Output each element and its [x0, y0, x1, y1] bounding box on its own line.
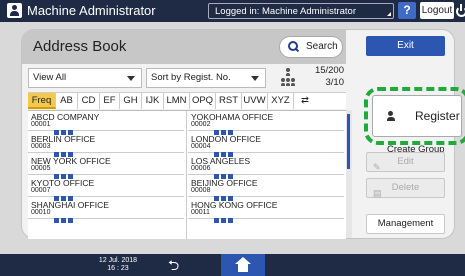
entry-number: 00001	[31, 121, 51, 128]
scrollbar-thumb[interactable]	[347, 114, 350, 169]
entry-number: 00010	[31, 209, 51, 216]
tab-lmn[interactable]: LMN	[164, 93, 190, 109]
tab-gh[interactable]: GH	[120, 93, 142, 109]
list-item[interactable]: SHANGHAI OFFICE 00010	[28, 199, 184, 223]
register-highlight	[364, 87, 465, 145]
delete-label: Delete	[391, 182, 420, 193]
view-filter-value: View All	[33, 72, 67, 83]
entry-number: 00008	[191, 187, 211, 194]
entry-count-page: 3/10	[325, 77, 345, 88]
tab-uvw[interactable]: UVW	[242, 93, 268, 109]
back-icon[interactable]: ⮌	[168, 257, 179, 273]
clock-date: 12 Jul. 2018	[98, 257, 138, 264]
tab-ijk[interactable]: IJK	[142, 93, 164, 109]
entry-number: 00003	[31, 143, 51, 150]
bottom-bar: 12 Jul. 2018 16 : 23 ⮌	[0, 254, 465, 276]
logout-button[interactable]: Logout	[420, 2, 454, 19]
entry-count-total: 15/200	[314, 65, 344, 76]
top-bar: Machine Administrator Logged in: Machine…	[0, 0, 465, 22]
list-item[interactable]: YOKOHAMA OFFICE 00002	[188, 111, 344, 135]
entry-number: 00006	[191, 165, 211, 172]
destination-type-icons	[54, 210, 75, 223]
entry-number: 00002	[191, 121, 211, 128]
destination-type-icons	[214, 210, 235, 223]
destination-type-icons	[214, 188, 235, 201]
destination-type-icons	[54, 188, 75, 201]
destination-type-icons	[54, 144, 75, 157]
tab-cd[interactable]: CD	[78, 93, 100, 109]
edit-button[interactable]: ✎ Edit	[366, 152, 445, 172]
help-button[interactable]: ?	[398, 2, 416, 19]
list-item[interactable]: KYOTO OFFICE 00007	[28, 177, 184, 201]
user-title: Machine Administrator	[27, 3, 156, 18]
sort-dropdown[interactable]: Sort by Regist. No.	[146, 68, 266, 88]
entry-number: 00005	[31, 165, 51, 172]
page-title: Address Book	[33, 38, 127, 55]
destination-type-icons	[54, 166, 75, 179]
entry-number: 00011	[191, 209, 210, 216]
tab-rst[interactable]: RST	[216, 93, 242, 109]
view-filter-dropdown[interactable]: View All	[28, 68, 142, 88]
clock: 12 Jul. 2018 16 : 23	[98, 257, 138, 273]
chevron-down-icon	[127, 76, 135, 81]
list-item[interactable]: ABCD COMPANY 00001	[28, 111, 184, 135]
address-list: ABCD COMPANY 00001 YOKOHAMA OFFICE 00002…	[28, 110, 346, 239]
chevron-down-icon	[251, 76, 259, 81]
tab-ef[interactable]: EF	[100, 93, 120, 109]
management-button[interactable]: Management	[366, 214, 445, 234]
tab-switch-icon[interactable]: ⇄	[294, 93, 316, 109]
entry-number: 00007	[31, 187, 51, 194]
search-button[interactable]: Search	[280, 37, 342, 57]
tab-xyz[interactable]: XYZ	[268, 93, 294, 109]
home-button[interactable]	[221, 254, 265, 276]
sort-value: Sort by Regist. No.	[151, 72, 231, 83]
list-item[interactable]: LOS ANGELES 00006	[188, 155, 344, 179]
destination-type-icons	[214, 144, 235, 157]
search-label: Search	[306, 41, 338, 52]
management-label: Management	[377, 218, 434, 229]
pencil-icon: ✎	[373, 162, 381, 172]
list-item[interactable]: BERLIN OFFICE 00003	[28, 133, 184, 157]
tab-opq[interactable]: OPQ	[190, 93, 216, 109]
list-item[interactable]: NEW YORK OFFICE 00005	[28, 155, 184, 179]
entry-number: 00004	[191, 143, 211, 150]
edit-label: Edit	[397, 156, 414, 167]
destination-type-icons	[214, 166, 235, 179]
search-icon	[288, 41, 298, 51]
login-status[interactable]: Logged in: Machine Administrator	[208, 3, 394, 19]
clock-time: 16 : 23	[107, 265, 129, 272]
delete-button[interactable]: ▤ Delete	[366, 178, 445, 198]
address-book-panel: Address Book Search Exit View All Sort b…	[22, 30, 465, 239]
list-item[interactable]: HONG KONG OFFICE 00011	[188, 199, 344, 223]
index-tabs: Freq AB CD EF GH IJK LMN OPQ RST UVW XYZ…	[28, 92, 346, 109]
exit-button[interactable]: Exit	[366, 36, 445, 56]
panel-header: Address Book Search	[22, 30, 346, 64]
entry-count: 15/200 3/10	[306, 66, 344, 88]
tab-freq[interactable]: Freq	[28, 93, 56, 109]
trash-icon: ▤	[373, 188, 382, 198]
tab-ab[interactable]: AB	[56, 93, 78, 109]
users-count-icon	[280, 67, 296, 87]
destination-type-icons	[214, 122, 235, 135]
list-item[interactable]: BEIJING OFFICE 00008	[188, 177, 344, 201]
power-icon[interactable]	[456, 3, 465, 17]
list-item[interactable]: LONDON OFFICE 00004	[188, 133, 344, 157]
destination-type-icons	[54, 122, 75, 135]
user-icon	[7, 3, 22, 18]
